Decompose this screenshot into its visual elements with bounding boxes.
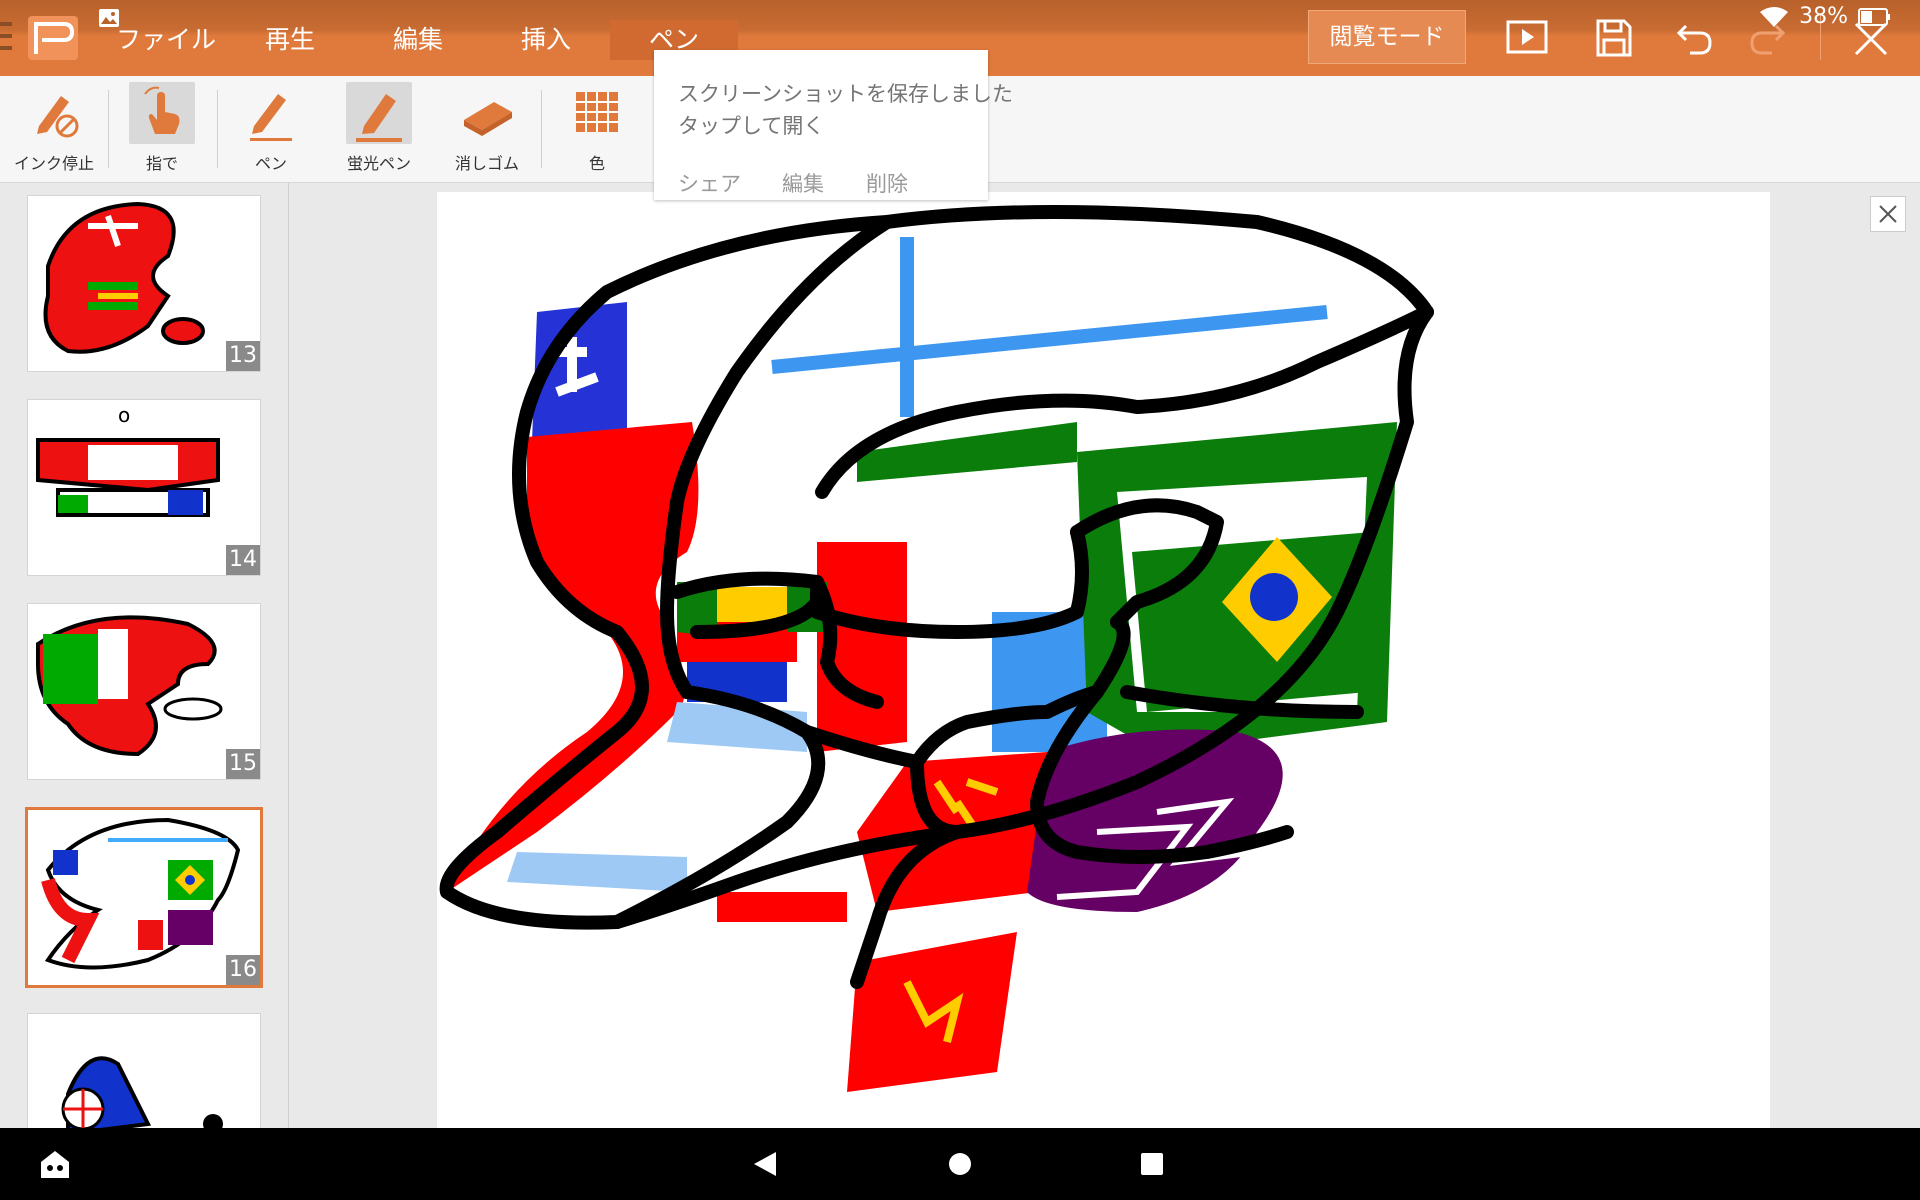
menu-divider [1820,14,1821,60]
slide-canvas[interactable] [437,192,1770,1128]
screenshot-notification[interactable]: スクリーンショットを保存しました タップして開く シェア 編集 削除 [654,50,1013,200]
save-icon[interactable] [1595,18,1633,58]
slide-number: 14 [226,545,260,575]
ink-stop-icon [21,82,87,144]
back-icon[interactable] [752,1150,778,1178]
recents-icon[interactable] [1140,1152,1164,1176]
redo-icon[interactable] [1746,18,1786,58]
color-grid-icon [564,82,630,144]
highlighter-icon [346,82,412,144]
svg-text:o: o [118,403,130,427]
purple-flag-drawing [1027,729,1283,912]
notification-subtitle: タップして開く [678,114,825,138]
tool-finger[interactable]: 指で [116,76,208,182]
slide-thumbnail-selected[interactable]: 16 [25,807,263,988]
tool-label: 指で [145,154,178,173]
tool-label: 色 [588,154,605,173]
close-panel-button[interactable] [1870,196,1906,232]
finger-icon [129,82,195,144]
tool-ink-stop[interactable]: インク停止 [8,76,100,182]
tool-pen[interactable]: ペン [225,76,317,182]
navigation-bar [0,1128,1920,1200]
tool-label: ペン [254,154,287,173]
tool-color[interactable]: 色 [551,76,643,182]
drawer-handle-icon[interactable] [0,16,12,56]
slide-thumbnail[interactable]: 13 [27,195,261,372]
edit-button[interactable]: 編集 [782,168,824,198]
pen-icon [238,82,304,144]
slide-preview-image [61,1056,223,1128]
close-icon [1879,205,1897,223]
app-logo-icon[interactable] [28,16,78,60]
slide-thumbnail[interactable] [27,1013,261,1128]
drawing-layer[interactable] [437,192,1770,1128]
read-mode-button[interactable]: 閲覧モード [1308,10,1466,64]
home-launcher-icon[interactable] [38,1148,72,1180]
slide-panel[interactable]: 13 o 14 15 16 [0,183,289,1128]
tool-label: 蛍光ペン [346,154,411,173]
tool-label: 消しゴム [454,154,519,173]
tool-label: インク停止 [13,154,94,173]
close-icon[interactable] [1852,20,1890,58]
slide-number: 15 [226,749,260,779]
menu-insert[interactable]: 挿入 [521,20,571,60]
home-icon[interactable] [948,1152,972,1176]
undo-icon[interactable] [1676,18,1716,58]
notification-title: スクリーンショットを保存しました [678,82,1013,106]
tool-highlighter[interactable]: 蛍光ペン [333,76,425,182]
tool-eraser[interactable]: 消しゴム [441,76,533,182]
slide-thumbnail[interactable]: o 14 [27,399,261,576]
delete-button[interactable]: 削除 [866,168,908,198]
eraser-icon [454,82,520,144]
slide-thumbnail[interactable]: 15 [27,603,261,780]
slideshow-play-icon[interactable] [1506,18,1548,58]
menu-play[interactable]: 再生 [265,20,315,60]
slide-number: 16 [226,955,260,985]
share-button[interactable]: シェア [678,168,741,198]
menu-edit[interactable]: 編集 [393,20,443,60]
menu-file[interactable]: ファイル [116,20,216,60]
slide-number: 13 [226,341,260,371]
